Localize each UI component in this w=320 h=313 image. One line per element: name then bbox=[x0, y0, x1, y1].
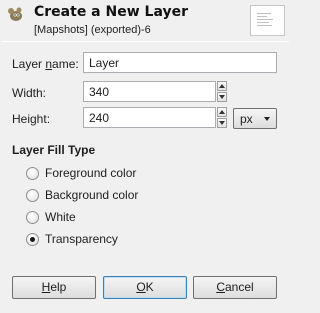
dialog-title: Create a New Layer bbox=[34, 4, 188, 20]
radio-label: Background color bbox=[45, 188, 139, 202]
cancel-button[interactable]: Cancel bbox=[193, 276, 277, 299]
fill-type-heading: Layer Fill Type bbox=[12, 143, 96, 157]
unit-dropdown[interactable]: px bbox=[233, 108, 277, 129]
help-button[interactable]: Help bbox=[12, 276, 96, 299]
height-input[interactable]: 240 bbox=[83, 107, 216, 128]
radio-label: Transparency bbox=[45, 232, 118, 246]
dialog-subtitle: [Mapshots] (exported)-6 bbox=[34, 24, 151, 36]
radio-button[interactable] bbox=[26, 189, 39, 202]
radio-button[interactable] bbox=[26, 211, 39, 224]
layer-name-input[interactable]: Layer bbox=[83, 52, 277, 73]
unit-value: px bbox=[240, 112, 253, 126]
radio-label: Foreground color bbox=[45, 166, 137, 180]
ok-button[interactable]: OK bbox=[103, 276, 187, 299]
radio-button-selected[interactable] bbox=[26, 233, 39, 246]
radio-button[interactable] bbox=[26, 167, 39, 180]
dropdown-arrow-icon bbox=[264, 117, 270, 121]
width-spinner[interactable] bbox=[217, 81, 227, 102]
width-decrement-button[interactable] bbox=[217, 92, 227, 102]
height-spinner[interactable] bbox=[217, 107, 227, 128]
dialog-header: Create a New Layer [Mapshots] (exported)… bbox=[0, 0, 291, 40]
height-decrement-button[interactable] bbox=[217, 118, 227, 128]
width-label: Width: bbox=[12, 86, 47, 100]
height-increment-button[interactable] bbox=[217, 107, 227, 117]
width-increment-button[interactable] bbox=[217, 81, 227, 91]
header-divider bbox=[2, 41, 289, 42]
layer-name-label: Layer name: bbox=[12, 57, 79, 71]
gimp-wilber-icon bbox=[6, 6, 24, 22]
width-input[interactable]: 340 bbox=[83, 81, 216, 102]
radio-label: White bbox=[45, 210, 76, 224]
height-label: Height: bbox=[12, 112, 51, 126]
layer-preview-icon bbox=[250, 5, 285, 36]
